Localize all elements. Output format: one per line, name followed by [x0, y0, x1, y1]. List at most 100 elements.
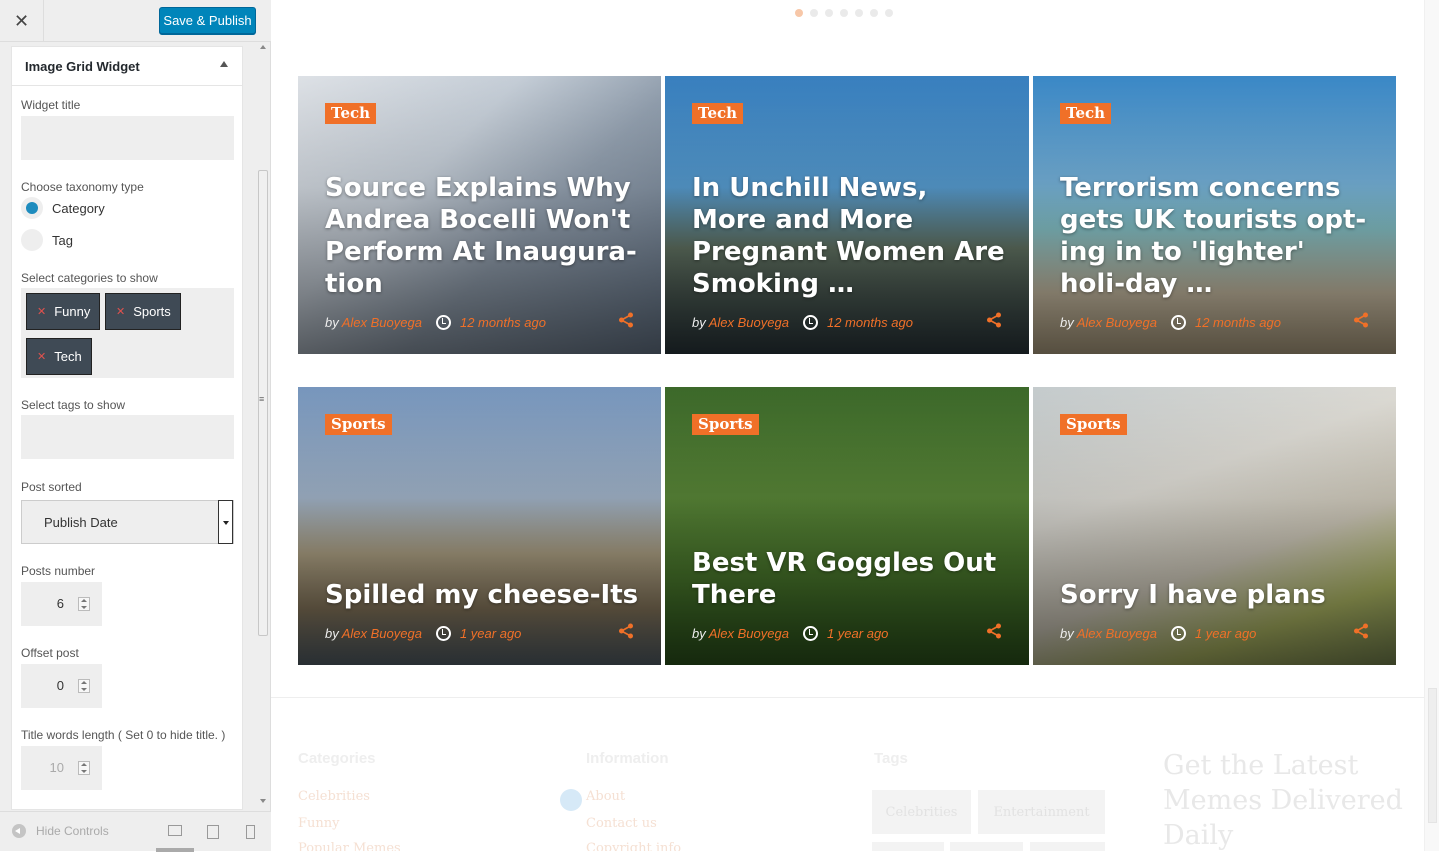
author-link[interactable]: Alex Buoyega	[1077, 315, 1157, 330]
sidebar-scrollbar[interactable]	[256, 42, 270, 810]
widget-header[interactable]: Image Grid Widget	[12, 47, 242, 86]
tablet-preview-icon[interactable]	[207, 825, 219, 839]
remove-icon[interactable]: ✕	[116, 305, 125, 318]
category-badge[interactable]: Tech	[692, 103, 744, 124]
hide-controls-button[interactable]: Hide Controls	[12, 824, 109, 838]
slider-dot[interactable]	[825, 9, 833, 17]
footer-tag[interactable]	[1030, 842, 1105, 851]
by-label: by	[325, 626, 339, 641]
newsletter-heading: Get the Latest Memes Delivered Daily	[1163, 750, 1403, 851]
scroll-up-icon[interactable]	[260, 45, 266, 49]
share-icon[interactable]	[618, 623, 634, 639]
share-icon[interactable]	[986, 623, 1002, 639]
desktop-preview-icon[interactable]	[168, 825, 182, 836]
footer-tag[interactable]	[950, 842, 1023, 851]
radio-category-label: Category	[52, 201, 105, 216]
tags-select[interactable]	[21, 415, 234, 459]
category-chip-tech[interactable]: ✕ Tech	[26, 338, 92, 375]
customizer-sidebar: ✕ Save & Publish Image Grid Widget Widge…	[0, 0, 271, 852]
category-badge[interactable]: Sports	[692, 414, 759, 435]
post-title[interactable]: In Unchill News, More and More Pregnant …	[692, 172, 1009, 300]
post-title[interactable]: Best VR Goggles Out There	[692, 547, 1009, 611]
post-card[interactable]: Tech Terrorism concerns gets UK tourists …	[1033, 76, 1396, 354]
collapse-arrow-icon[interactable]	[220, 61, 228, 67]
footer-tag[interactable]	[872, 842, 944, 851]
author-link[interactable]: Alex Buoyega	[709, 315, 789, 330]
author-link[interactable]: Alex Buoyega	[1077, 626, 1157, 641]
author-link[interactable]: Alex Buoyega	[342, 315, 422, 330]
category-chip-sports[interactable]: ✕ Sports	[105, 293, 181, 330]
mobile-preview-icon[interactable]	[246, 825, 255, 839]
post-time[interactable]: 12 months ago	[460, 315, 546, 330]
post-time[interactable]: 1 year ago	[1195, 626, 1256, 641]
category-badge[interactable]: Sports	[1060, 414, 1127, 435]
post-time[interactable]: 1 year ago	[827, 626, 888, 641]
widget-title-input[interactable]	[21, 116, 234, 160]
footer-link[interactable]: Contact us	[586, 816, 657, 831]
posts-number-input[interactable]: 6	[21, 582, 102, 626]
author-link[interactable]: Alex Buoyega	[342, 626, 422, 641]
remove-icon[interactable]: ✕	[37, 350, 46, 363]
scroll-down-icon[interactable]	[260, 799, 266, 803]
footer-link[interactable]: Funny	[298, 816, 339, 831]
category-badge[interactable]: Tech	[1060, 103, 1112, 124]
resize-grip-icon[interactable]: ≡	[259, 395, 264, 404]
post-meta: by Alex Buoyega 1 year ago	[692, 626, 888, 641]
offset-label: Offset post	[21, 646, 79, 660]
footer-link[interactable]: Copyright info	[586, 841, 681, 851]
spinner-icon[interactable]	[78, 597, 90, 611]
title-words-input[interactable]: 10	[21, 746, 102, 790]
share-icon[interactable]	[1353, 623, 1369, 639]
categories-label: Select categories to show	[21, 271, 158, 285]
share-icon[interactable]	[986, 312, 1002, 328]
chevron-down-icon[interactable]	[218, 500, 233, 544]
offset-input[interactable]: 0	[21, 664, 102, 708]
preview-scroll-thumb[interactable]	[1428, 688, 1437, 823]
post-card[interactable]: Sports Sorry I have plans by Alex Buoyega 1 …	[1033, 387, 1396, 665]
slider-dot[interactable]	[810, 9, 818, 17]
active-device-indicator	[156, 848, 194, 852]
slider-dot[interactable]	[795, 9, 803, 17]
radio-category[interactable]	[21, 197, 43, 219]
category-badge[interactable]: Sports	[325, 414, 392, 435]
footer-tag[interactable]: Celebrities	[872, 790, 971, 834]
slider-dot[interactable]	[885, 9, 893, 17]
post-time[interactable]: 12 months ago	[827, 315, 913, 330]
post-meta: by Alex Buoyega 1 year ago	[1060, 626, 1256, 641]
spinner-icon[interactable]	[78, 679, 90, 693]
footer-divider	[271, 697, 1439, 698]
radio-tag-label: Tag	[52, 233, 73, 248]
widget-panel: Image Grid Widget Widget title Choose ta…	[11, 46, 243, 810]
close-button[interactable]: ✕	[0, 0, 44, 42]
footer-link[interactable]: Celebrities	[298, 789, 370, 804]
footer-link[interactable]: About	[586, 789, 625, 804]
post-title[interactable]: Sorry I have plans	[1060, 579, 1376, 611]
post-card[interactable]: Sports Best VR Goggles Out There by Alex Bu…	[665, 387, 1029, 665]
share-icon[interactable]	[618, 312, 634, 328]
slider-dot[interactable]	[855, 9, 863, 17]
footer-link[interactable]: Popular Memes	[298, 841, 401, 851]
post-title[interactable]: Source Explains Why Andrea Bocelli Won't…	[325, 172, 641, 300]
post-time[interactable]: 1 year ago	[460, 626, 521, 641]
post-title[interactable]: Terrorism concerns gets UK tourists opt-…	[1060, 172, 1376, 300]
share-icon[interactable]	[1353, 312, 1369, 328]
post-card[interactable]: Tech In Unchill News, More and More Pregn…	[665, 76, 1029, 354]
post-card[interactable]: Tech Source Explains Why Andrea Bocelli W…	[298, 76, 661, 354]
slider-dot[interactable]	[840, 9, 848, 17]
edit-pencil-icon[interactable]	[560, 789, 582, 811]
radio-tag[interactable]	[21, 229, 43, 251]
category-badge[interactable]: Tech	[325, 103, 377, 124]
post-card[interactable]: Sports Spilled my cheese-Its by Alex Buoyeg…	[298, 387, 661, 665]
save-publish-button[interactable]: Save & Publish	[159, 7, 256, 34]
slider-dot[interactable]	[870, 9, 878, 17]
sorted-select[interactable]: Publish Date	[21, 500, 234, 544]
author-link[interactable]: Alex Buoyega	[709, 626, 789, 641]
preview-scrollbar[interactable]	[1424, 0, 1439, 851]
remove-icon[interactable]: ✕	[37, 305, 46, 318]
post-time[interactable]: 12 months ago	[1195, 315, 1281, 330]
sorted-label: Post sorted	[21, 480, 82, 494]
post-title[interactable]: Spilled my cheese-Its	[325, 579, 641, 611]
category-chip-funny[interactable]: ✕ Funny	[26, 293, 101, 330]
spinner-icon[interactable]	[78, 761, 90, 775]
footer-tag[interactable]: Entertainment	[978, 790, 1105, 834]
